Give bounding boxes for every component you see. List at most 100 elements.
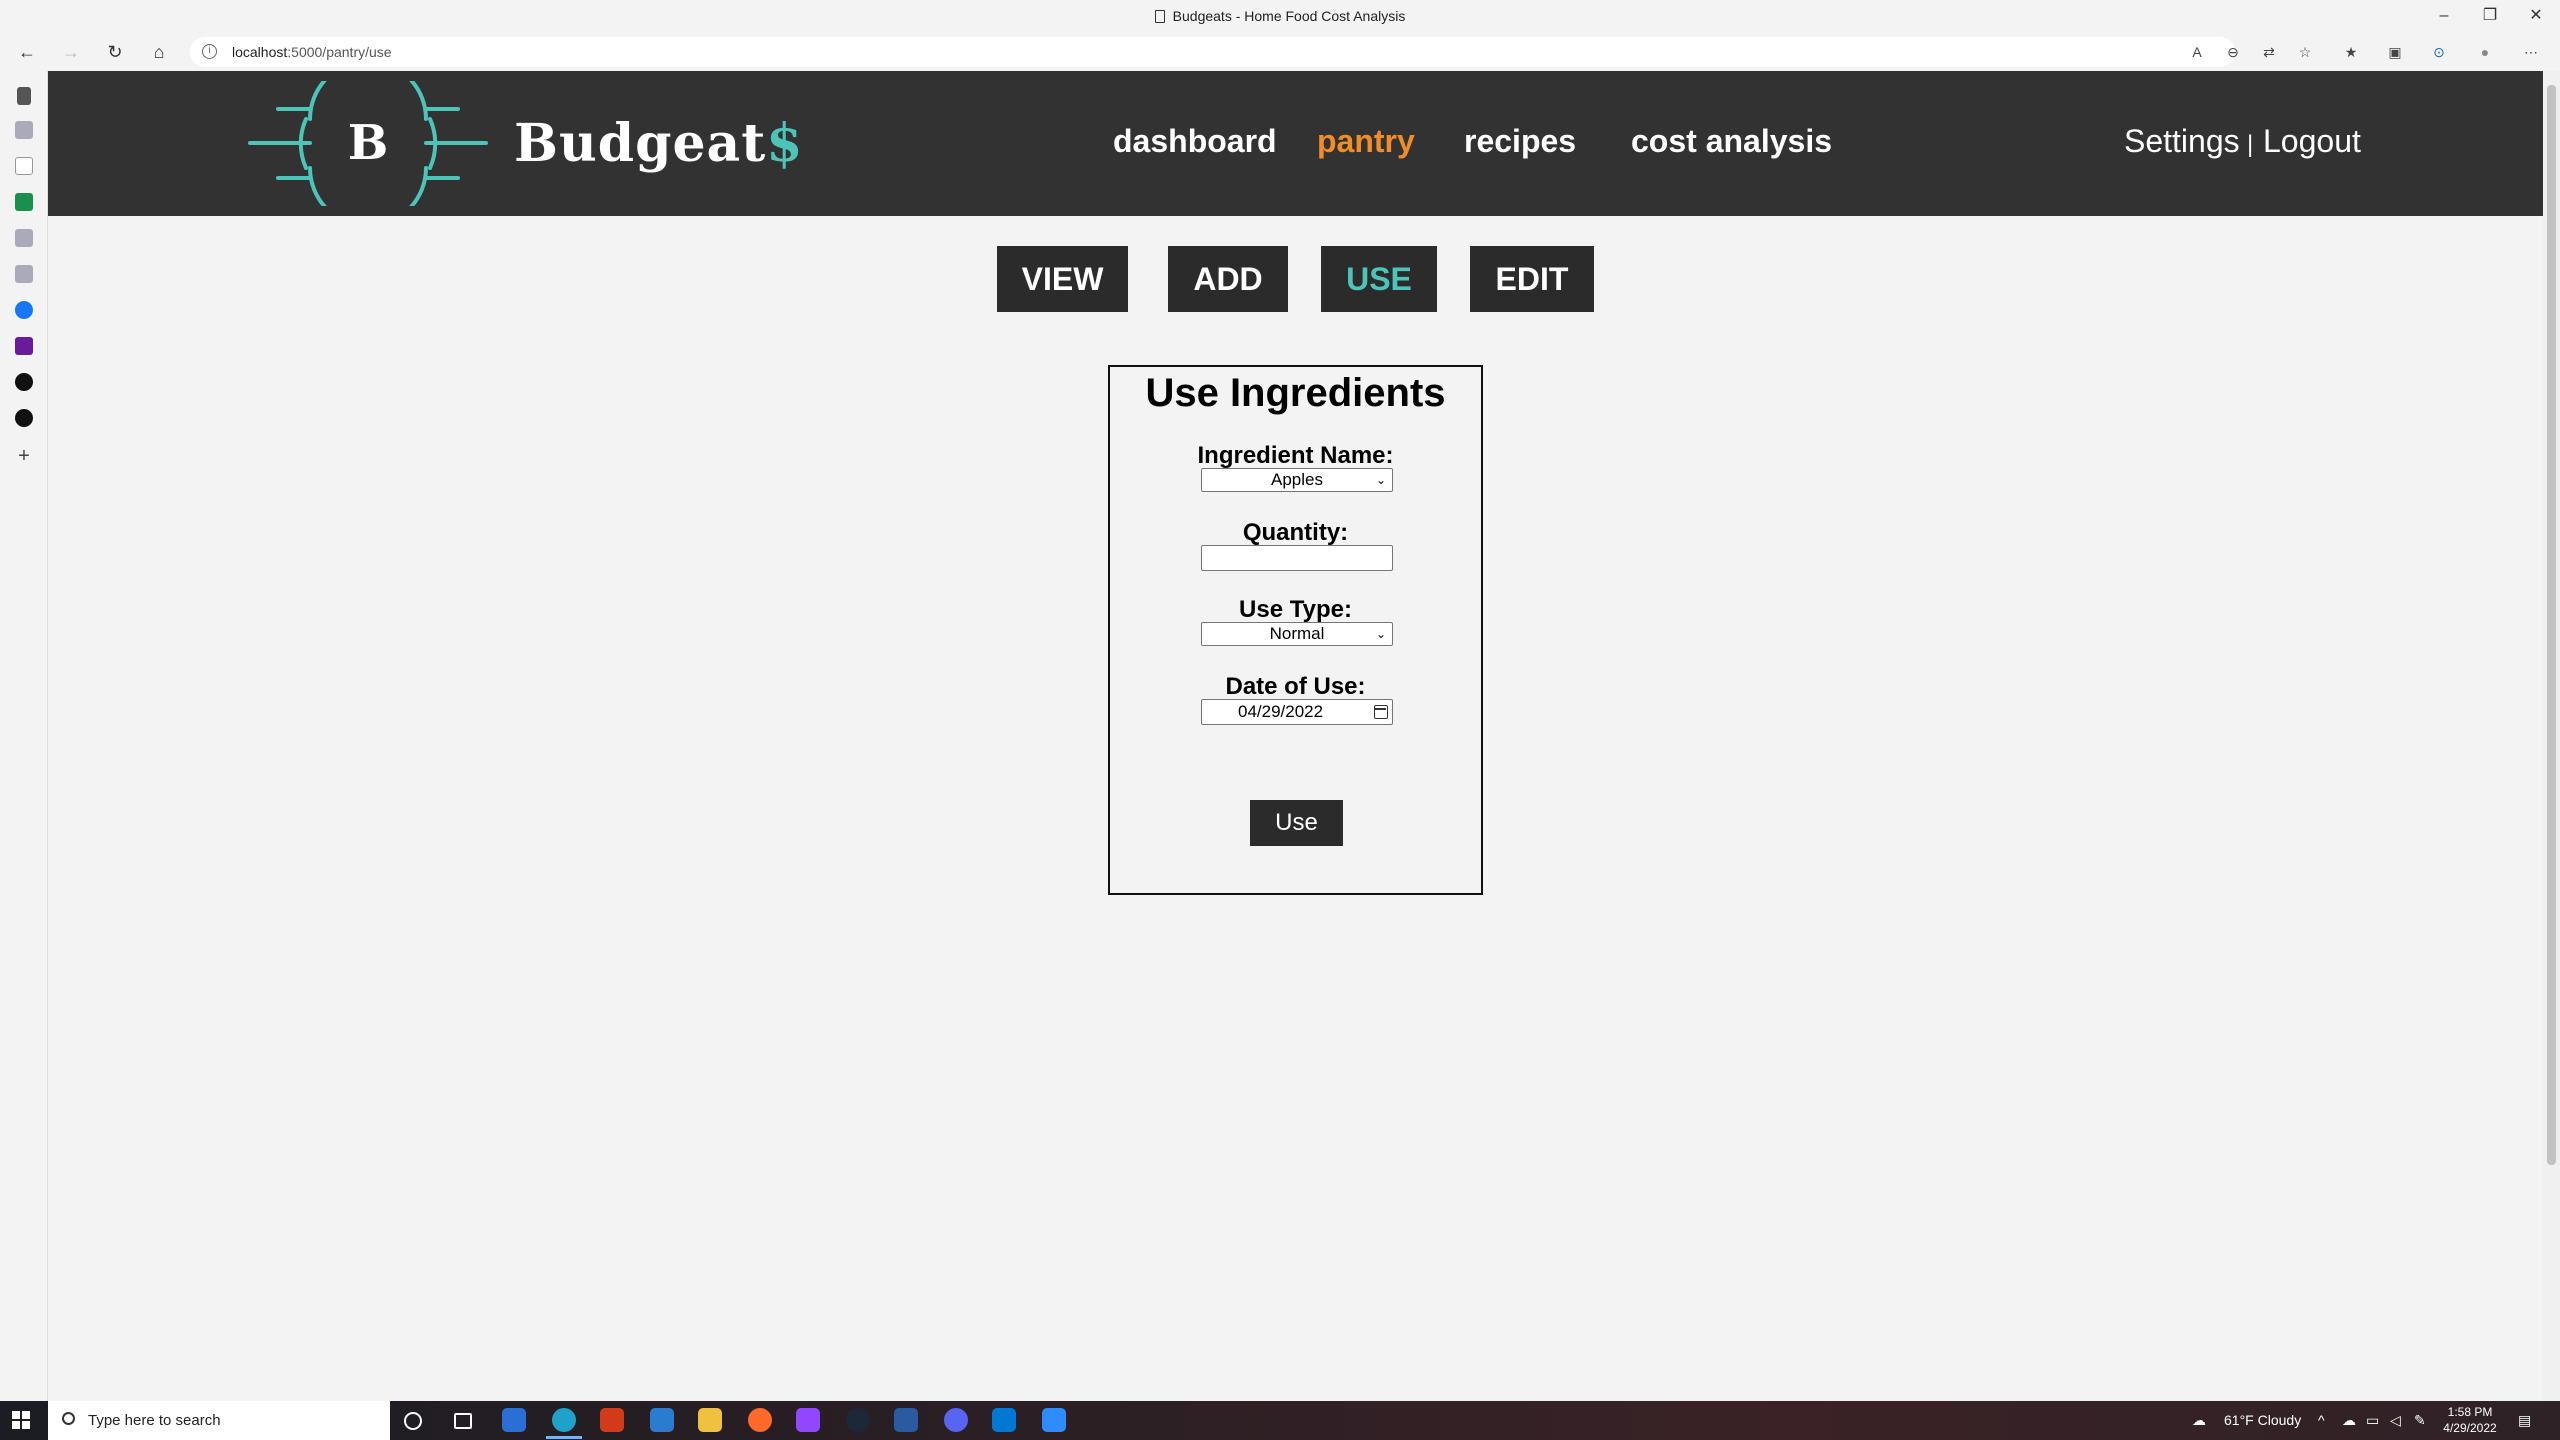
use-type-value: Normal <box>1269 624 1325 643</box>
browser-toolbar: ← → ↻ ⌂ i localhost:5000/pantry/use A ⊖ … <box>0 33 2560 71</box>
search-icon <box>62 1412 75 1425</box>
tray-chevron-icon[interactable]: ^ <box>2318 1412 2325 1428</box>
twitch-icon[interactable] <box>796 1408 820 1432</box>
windows-taskbar: Type here to search ☁ 61°F Cloudy ^ ☁ ▭ … <box>0 1401 2560 1440</box>
url-text[interactable]: localhost:5000/pantry/use <box>232 44 392 60</box>
steam-icon[interactable] <box>846 1408 870 1432</box>
cortana-icon[interactable] <box>404 1412 422 1430</box>
pen-icon[interactable]: ✎ <box>2414 1412 2426 1429</box>
site-info-icon[interactable]: i <box>202 44 217 59</box>
zoom-icon[interactable] <box>1042 1408 1066 1432</box>
tab-icon[interactable] <box>17 87 31 105</box>
discord-icon[interactable] <box>944 1408 968 1432</box>
window-title-text: Budgeats - Home Food Cost Analysis <box>1172 8 1406 24</box>
sheets-icon[interactable] <box>15 193 33 211</box>
weather-icon[interactable]: ☁ <box>2192 1412 2206 1429</box>
address-bar[interactable]: i localhost:5000/pantry/use <box>190 37 2235 67</box>
restore-icon[interactable]: ❐ <box>2470 4 2510 28</box>
budgeats-logo-icon[interactable]: B <box>248 81 488 206</box>
clock-date: 4/29/2022 <box>2443 1421 2497 1435</box>
calendar-icon[interactable] <box>1374 705 1388 719</box>
date-of-use-value: 04/29/2022 <box>1238 702 1324 721</box>
web-page: B Budgeat$ dashboard pantry recipes cost… <box>48 71 2543 1401</box>
nav-cost-analysis[interactable]: cost analysis <box>1631 123 1832 160</box>
weather-text[interactable]: 61°F Cloudy <box>2224 1412 2301 1428</box>
logout-link[interactable]: Logout <box>2263 123 2361 160</box>
tab-icon[interactable] <box>15 229 33 247</box>
store-icon[interactable] <box>650 1408 674 1432</box>
site-header: B Budgeat$ dashboard pantry recipes cost… <box>48 71 2543 216</box>
facebook-icon[interactable] <box>15 301 33 319</box>
downloads-icon[interactable]: ⊙ <box>2428 41 2450 63</box>
more-icon[interactable]: ⋯ <box>2520 41 2542 63</box>
zoom-out-icon[interactable]: ⊖ <box>2222 41 2244 63</box>
task-view-icon[interactable] <box>454 1413 472 1429</box>
settings-link[interactable]: Settings <box>2124 123 2240 160</box>
app-icon[interactable] <box>502 1408 526 1432</box>
chevron-down-icon: ⌄ <box>1375 473 1386 487</box>
browser-title-bar: Budgeats - Home Food Cost Analysis – ❐ ✕ <box>0 0 2560 33</box>
tab-icon[interactable] <box>15 157 33 175</box>
new-tab-icon[interactable]: + <box>15 446 33 466</box>
chevron-down-icon: ⌄ <box>1375 627 1386 641</box>
tab-icon[interactable] <box>15 373 33 391</box>
tab-icon[interactable] <box>15 409 33 427</box>
profile-icon[interactable]: ● <box>2474 41 2496 63</box>
quantity-input[interactable] <box>1201 545 1393 571</box>
network-icon[interactable]: ▭ <box>2366 1412 2379 1429</box>
back-icon[interactable]: ← <box>12 38 42 66</box>
form-title: Use Ingredients <box>1145 371 1446 415</box>
favorites-icon[interactable]: ★ <box>2340 41 2362 63</box>
browser-sidebar: + <box>0 71 48 1401</box>
tab-view[interactable]: VIEW <box>997 246 1128 312</box>
brand-name[interactable]: Budgeat$ <box>514 113 803 174</box>
ingredient-name-label: Ingredient Name: <box>1197 442 1394 469</box>
app-icon[interactable] <box>748 1408 772 1432</box>
windows-start-icon[interactable] <box>12 1411 30 1429</box>
nav-pantry[interactable]: pantry <box>1317 123 1415 160</box>
forward-icon[interactable]: → <box>56 38 86 66</box>
use-button[interactable]: Use <box>1250 800 1343 846</box>
ingredient-name-value: Apples <box>1271 470 1323 489</box>
file-explorer-icon[interactable] <box>698 1408 722 1432</box>
page-icon <box>1154 10 1165 23</box>
minimize-icon[interactable]: – <box>2424 4 2464 28</box>
scrollbar-thumb[interactable] <box>2547 85 2556 1165</box>
use-ingredients-form: Use Ingredients Ingredient Name: Apples … <box>1108 365 1483 895</box>
date-of-use-input[interactable]: 04/29/2022 <box>1201 699 1393 725</box>
favorite-add-icon[interactable]: ☆ <box>2294 41 2316 63</box>
read-aloud-icon[interactable]: A <box>2186 41 2208 63</box>
tab-edit[interactable]: EDIT <box>1470 246 1594 312</box>
edge-icon[interactable] <box>546 1408 582 1439</box>
volume-icon[interactable]: ◁ <box>2390 1412 2401 1429</box>
vscode-icon[interactable] <box>992 1408 1016 1432</box>
home-icon[interactable]: ⌂ <box>144 38 174 66</box>
account-separator: | <box>2247 131 2254 158</box>
tab-use[interactable]: USE <box>1321 246 1437 312</box>
taskbar-search[interactable]: Type here to search <box>48 1401 390 1440</box>
app-icon[interactable] <box>600 1408 624 1432</box>
tab-icon[interactable] <box>15 265 33 283</box>
page-scrollbar[interactable] <box>2543 71 2560 1401</box>
taskbar-search-placeholder: Type here to search <box>88 1412 221 1429</box>
tab-icon[interactable] <box>15 121 33 139</box>
nav-dashboard[interactable]: dashboard <box>1113 123 1277 160</box>
translate-icon[interactable]: ⇄ <box>2258 41 2280 63</box>
tab-add[interactable]: ADD <box>1168 246 1288 312</box>
collections-icon[interactable]: ▣ <box>2384 41 2406 63</box>
date-of-use-label: Date of Use: <box>1225 673 1366 700</box>
nav-recipes[interactable]: recipes <box>1464 123 1576 160</box>
mail-icon[interactable] <box>15 337 33 355</box>
quantity-label: Quantity: <box>1242 519 1349 546</box>
logo-letter: B <box>348 115 389 171</box>
window-title: Budgeats - Home Food Cost Analysis <box>0 8 2560 24</box>
clock-time: 1:58 PM <box>2447 1405 2493 1419</box>
taskbar-clock[interactable]: 1:58 PM 4/29/2022 <box>2440 1404 2500 1436</box>
app-icon[interactable] <box>894 1408 918 1432</box>
notifications-icon[interactable]: ▤ <box>2518 1412 2531 1429</box>
close-icon[interactable]: ✕ <box>2516 4 2556 28</box>
refresh-icon[interactable]: ↻ <box>100 38 130 66</box>
ingredient-name-select[interactable]: Apples ⌄ <box>1201 468 1393 492</box>
onedrive-icon[interactable]: ☁ <box>2342 1412 2356 1429</box>
use-type-select[interactable]: Normal ⌄ <box>1201 622 1393 646</box>
